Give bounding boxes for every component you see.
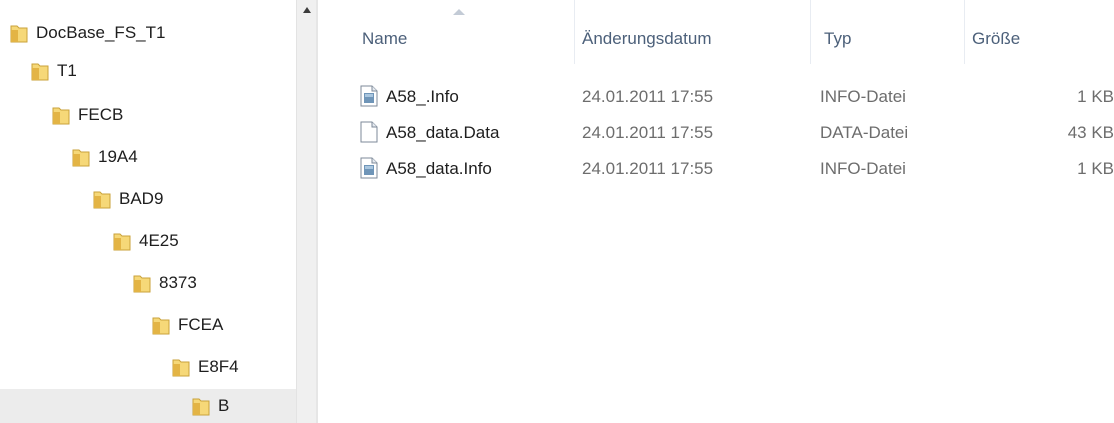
folder-icon — [31, 63, 49, 81]
tree-item-label: B — [218, 396, 230, 415]
tree-item-fecb[interactable]: FECB — [52, 96, 123, 134]
file-row[interactable]: A58_data.Data 24.01.2011 17:55 DATA-Date… — [318, 116, 1114, 150]
folder-icon — [172, 359, 190, 377]
file-date: 24.01.2011 17:55 — [582, 159, 714, 178]
tree-item-bad9[interactable]: BAD9 — [93, 180, 163, 218]
folder-icon — [10, 25, 28, 43]
file-name: A58_data.Data — [386, 123, 500, 142]
tree-item-label: 19A4 — [98, 147, 138, 166]
file-row[interactable]: A58_data.Info 24.01.2011 17:55 INFO-Date… — [318, 152, 1114, 186]
sort-ascending-icon — [453, 9, 465, 15]
column-divider[interactable] — [574, 0, 575, 64]
tree-item-label: FECB — [78, 105, 124, 124]
file-type: DATA-Datei — [820, 123, 909, 142]
blank-file-icon — [360, 121, 378, 143]
tree-item-b[interactable]: B — [0, 389, 296, 423]
file-size: 1 KB — [1077, 159, 1114, 178]
tree-item-label: E8F4 — [198, 357, 239, 376]
folder-icon — [72, 149, 90, 167]
column-header-size[interactable]: Größe — [972, 24, 1020, 54]
folder-icon — [192, 398, 210, 416]
tree-item-label: T1 — [57, 61, 77, 80]
column-header-date[interactable]: Änderungsdatum — [582, 24, 711, 54]
tree-item-8373[interactable]: 8373 — [133, 264, 197, 302]
file-size: 43 KB — [1067, 123, 1114, 142]
tree-item-label: DocBase_FS_T1 — [36, 23, 166, 42]
file-date: 24.01.2011 17:55 — [582, 123, 714, 142]
file-row[interactable]: A58_.Info 24.01.2011 17:55 INFO-Datei 1 … — [318, 80, 1114, 114]
tree-item-4e25[interactable]: 4E25 — [113, 222, 179, 260]
column-header-row: Name Änderungsdatum Typ Größe — [318, 0, 1114, 74]
tree-item-label: 8373 — [159, 273, 197, 292]
navigation-pane: DocBase_FS_T1 T1 FECB 19A4 BAD9 4E25 837… — [0, 0, 296, 423]
tree-item-label: 4E25 — [139, 231, 179, 250]
file-size: 1 KB — [1077, 87, 1114, 106]
file-type: INFO-Datei — [820, 159, 906, 178]
column-header-name[interactable]: Name — [362, 24, 407, 54]
folder-icon — [133, 275, 151, 293]
file-name: A58_.Info — [386, 87, 459, 106]
file-name: A58_data.Info — [386, 159, 492, 178]
file-list: Name Änderungsdatum Typ Größe A58_.Info … — [318, 0, 1114, 423]
tree-item-label: FCEA — [178, 315, 224, 334]
folder-icon — [93, 191, 111, 209]
tree-item-fcea[interactable]: FCEA — [152, 306, 223, 344]
info-file-icon — [360, 157, 378, 179]
tree-item-19a4[interactable]: 19A4 — [72, 138, 138, 176]
folder-icon — [113, 233, 131, 251]
tree-item-label: BAD9 — [119, 189, 164, 208]
folder-icon — [152, 317, 170, 335]
triangle-up-icon — [303, 7, 311, 13]
folder-icon — [52, 107, 70, 125]
tree-item-e8f4[interactable]: E8F4 — [172, 348, 239, 386]
vertical-scrollbar[interactable] — [296, 0, 317, 423]
column-divider[interactable] — [964, 0, 965, 64]
column-header-type[interactable]: Typ — [824, 24, 851, 54]
column-divider[interactable] — [810, 0, 811, 64]
tree-item-t1[interactable]: T1 — [31, 52, 77, 90]
info-file-icon — [360, 85, 378, 107]
scroll-up-button[interactable] — [297, 0, 317, 20]
file-type: INFO-Datei — [820, 87, 906, 106]
tree-item-docbase[interactable]: DocBase_FS_T1 — [10, 14, 165, 52]
file-date: 24.01.2011 17:55 — [582, 87, 714, 106]
